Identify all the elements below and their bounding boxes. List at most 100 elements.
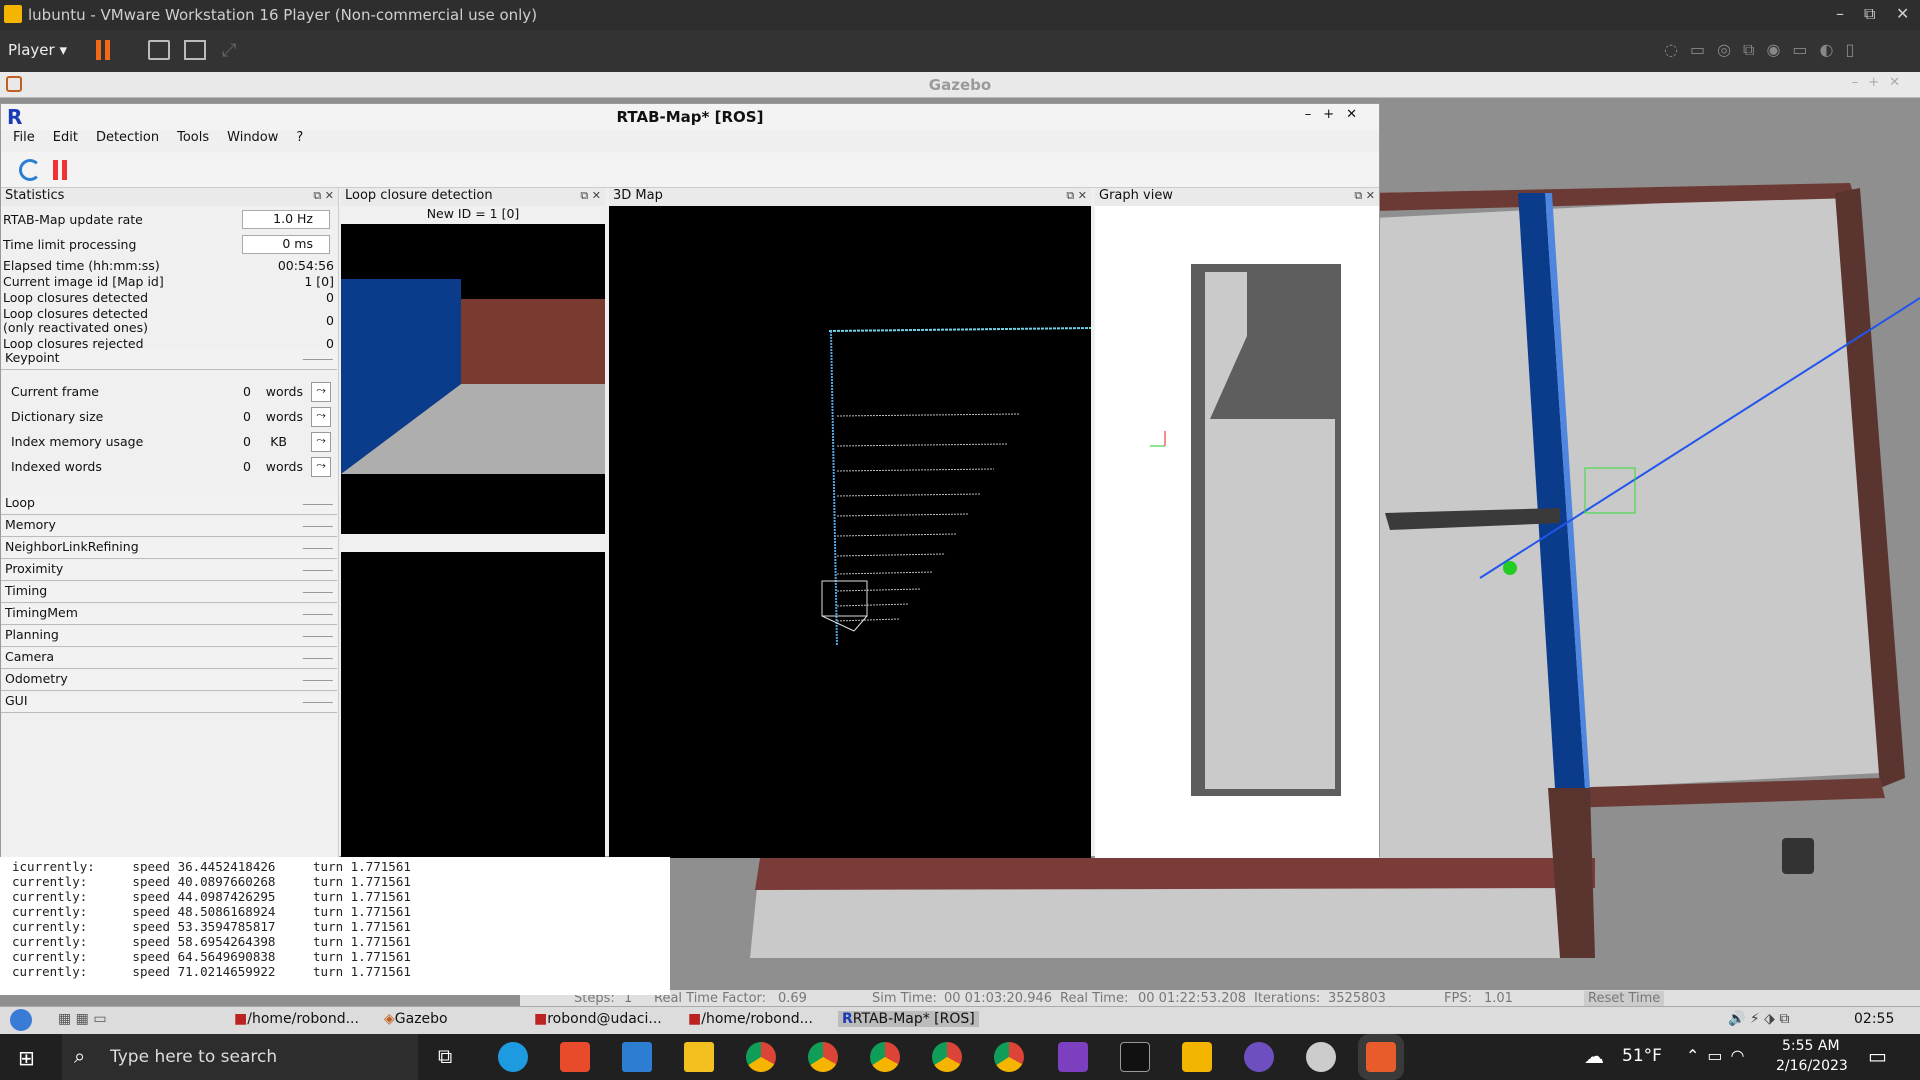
menu-detection[interactable]: Detection: [96, 130, 159, 152]
group-loop[interactable]: Loop: [1, 495, 337, 515]
chrome-icon[interactable]: [746, 1042, 776, 1072]
terminal-line: currently: speed 53.3594785817 turn 1.77…: [12, 919, 411, 934]
vmware-logo-icon: [4, 5, 22, 23]
pause-icon[interactable]: [96, 40, 101, 60]
rejected-value: 0: [326, 336, 334, 351]
chrome-profile-icon[interactable]: [808, 1042, 838, 1072]
group-planning[interactable]: Planning: [1, 627, 337, 647]
reset-time-button[interactable]: Reset Time: [1584, 991, 1665, 1006]
keypoint-label: Indexed words: [11, 459, 102, 474]
menu-window[interactable]: Window: [227, 130, 278, 152]
reactivated-label-2: (only reactivated ones): [3, 320, 148, 335]
group-proximity[interactable]: Proximity: [1, 561, 337, 581]
menu-file[interactable]: File: [13, 130, 35, 152]
task-view-icon[interactable]: ⧉: [438, 1044, 452, 1068]
sim-time-label: Sim Time:: [872, 991, 937, 1006]
keypoint-value: 0: [243, 409, 251, 424]
system-tray-icons[interactable]: ⌃▭◠: [1686, 1046, 1752, 1065]
chrome-profile-icon[interactable]: [870, 1042, 900, 1072]
group-keypoint[interactable]: Keypoint: [1, 350, 337, 370]
menu-edit[interactable]: Edit: [53, 130, 78, 152]
group-memory[interactable]: Memory: [1, 517, 337, 537]
group-camera[interactable]: Camera: [1, 649, 337, 669]
gazebo-window-title: Gazebo: [928, 76, 992, 94]
weather-icon[interactable]: ☁: [1584, 1044, 1604, 1068]
group-timing[interactable]: Timing: [1, 583, 337, 603]
vmware-taskbar-icon[interactable]: [1182, 1042, 1212, 1072]
dock-float-close-icons[interactable]: ⧉ ✕: [313, 189, 334, 203]
vmware-restore-button[interactable]: ⧉: [1864, 4, 1875, 24]
rtf-value: 0.69: [778, 991, 807, 1006]
send-ctrl-alt-del-icon[interactable]: [148, 40, 170, 60]
windows-time: 5:55 AM: [1782, 1038, 1840, 1054]
3d-map-dock: 3D Map ⧉ ✕: [609, 188, 1091, 858]
time-limit-spinbox[interactable]: 0 ms: [242, 235, 330, 254]
dock-float-close-icons[interactable]: ⧉ ✕: [1354, 189, 1375, 203]
menu-tools[interactable]: Tools: [177, 130, 209, 152]
group-neighborlinkrefining[interactable]: NeighborLinkRefining: [1, 539, 337, 559]
fullscreen-icon[interactable]: [184, 40, 206, 60]
windows-search-box[interactable]: ⌕ Type here to search: [62, 1034, 418, 1080]
update-rate-spinbox[interactable]: 1.0 Hz: [242, 210, 330, 229]
vmware-minimize-button[interactable]: –: [1836, 4, 1844, 23]
edge-icon[interactable]: [498, 1042, 528, 1072]
rejected-label: Loop closures rejected: [3, 336, 144, 351]
chrome-profile-icon[interactable]: [994, 1042, 1024, 1072]
group-timingmem[interactable]: TimingMem: [1, 605, 337, 625]
graph-view-canvas[interactable]: [1095, 206, 1379, 858]
rtabmap-window-controls[interactable]: –+✕: [1305, 107, 1369, 122]
pause-detection-icon[interactable]: [53, 160, 58, 180]
group-label: GUI: [5, 693, 28, 708]
group-label: NeighborLinkRefining: [5, 539, 139, 554]
mail-icon[interactable]: [622, 1042, 652, 1072]
taskbar-item-terminal-1[interactable]: ■/home/robond...: [234, 1011, 359, 1027]
dock-float-close-icons[interactable]: ⧉ ✕: [1066, 189, 1087, 203]
chrome-profile-icon[interactable]: [932, 1042, 962, 1072]
group-label: Odometry: [5, 671, 68, 686]
active-app-icon[interactable]: [1366, 1042, 1396, 1072]
taskbar-item-terminal-3[interactable]: ■/home/robond...: [688, 1011, 813, 1027]
lubuntu-menu-icon[interactable]: [10, 1009, 32, 1031]
app-icon[interactable]: [1120, 1042, 1150, 1072]
keypoint-value: 0: [243, 459, 251, 474]
device-icons[interactable]: ◌▭◎⧉◉▭◐▯: [1664, 40, 1866, 60]
group-odometry[interactable]: Odometry: [1, 671, 337, 691]
search-icon: ⌕: [74, 1044, 86, 1068]
tray-icons[interactable]: 🔊 ⚡ ⬗ ⧉: [1728, 1011, 1789, 1027]
app-icon[interactable]: [1306, 1042, 1336, 1072]
map-dock-header: 3D Map ⧉ ✕: [609, 188, 1091, 206]
group-gui[interactable]: GUI: [1, 693, 337, 713]
menu-help[interactable]: ?: [296, 130, 303, 152]
github-icon[interactable]: [1244, 1042, 1274, 1072]
player-menu-button[interactable]: Player ▾: [8, 41, 67, 59]
update-rate-label: RTAB-Map update rate: [3, 212, 143, 227]
file-explorer-icon[interactable]: [684, 1042, 714, 1072]
terminal-line: icurrently: speed 36.4452418426 turn 1.7…: [12, 859, 411, 874]
windows-start-icon[interactable]: ⊞: [18, 1046, 35, 1070]
terminal-line: currently: speed 44.0987426295 turn 1.77…: [12, 889, 411, 904]
group-keypoint-label: Keypoint: [5, 350, 60, 365]
store-icon[interactable]: [560, 1042, 590, 1072]
taskbar-item-rtabmap[interactable]: RRTAB-Map* [ROS]: [838, 1011, 979, 1027]
keypoint-label: Index memory usage: [11, 434, 144, 449]
plot-icon[interactable]: ⤳: [311, 407, 331, 427]
plot-icon[interactable]: ⤳: [311, 457, 331, 477]
plot-icon[interactable]: ⤳: [311, 432, 331, 452]
loop-new-id: New ID = 1 [0]: [426, 206, 520, 221]
keypoint-value: 0: [243, 434, 251, 449]
terminal-output[interactable]: icurrently: speed 36.4452418426 turn 1.7…: [0, 857, 670, 995]
unity-icon[interactable]: ⤢: [222, 40, 236, 61]
vmware-close-button[interactable]: ✕: [1896, 4, 1909, 23]
refresh-icon[interactable]: [19, 159, 41, 181]
rtabmap-menu-bar: File Edit Detection Tools Window ?: [1, 130, 1379, 152]
taskbar-item-terminal-2[interactable]: ■robond@udaci...: [534, 1011, 662, 1027]
dock-float-close-icons[interactable]: ⧉ ✕: [580, 189, 601, 203]
notification-icon[interactable]: ▭: [1868, 1044, 1887, 1068]
3d-map-view[interactable]: [609, 206, 1091, 858]
taskbar-item-gazebo[interactable]: ◈Gazebo: [384, 1011, 448, 1027]
plot-icon[interactable]: ⤳: [311, 382, 331, 402]
visual-studio-icon[interactable]: [1058, 1042, 1088, 1072]
rtabmap-window-title: RTAB-Map* [ROS]: [616, 108, 764, 126]
desktop-switcher-icons[interactable]: ▦ ▦ ▭: [58, 1011, 107, 1027]
gazebo-window-controls[interactable]: –+✕: [1852, 75, 1910, 90]
